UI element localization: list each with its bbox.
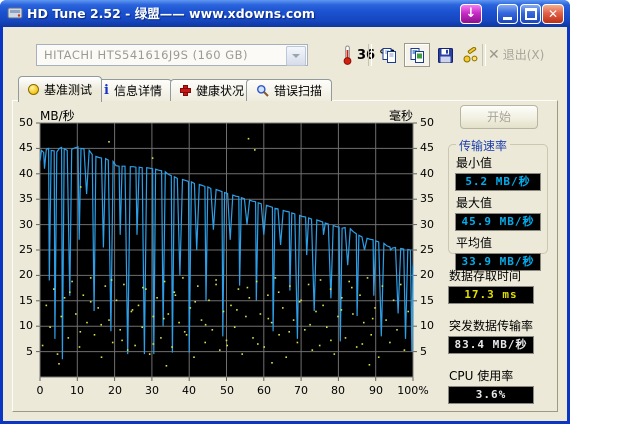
y-axis-left-tick: 45 (19, 141, 33, 154)
min-label: 最小值 (456, 156, 493, 170)
cpu-usage-label: CPU 使用率 (449, 369, 514, 383)
benchmark-plot (36, 122, 417, 381)
avg-label: 平均值 (456, 236, 493, 250)
extra-stats: 数据存取时间 17.3 ms 突发数据传输率 83.4 MB/秒 CPU 使用率… (448, 264, 550, 417)
y-axis-right-tick: 10 (420, 319, 434, 332)
x-axis-tick: 40 (182, 384, 196, 397)
copy-screenshot-button[interactable] (404, 43, 430, 67)
minimize-button[interactable] (497, 4, 518, 24)
y-axis-left-tick: 5 (26, 345, 33, 358)
x-axis-tick: 70 (294, 384, 308, 397)
benchmark-bulb-icon (28, 84, 39, 95)
max-value: 45.9 MB/秒 (455, 213, 541, 231)
start-button-label: 开始 (486, 110, 511, 124)
info-icon: i (104, 82, 109, 98)
tab-error-scan-label: 错误扫描 (274, 84, 323, 98)
y-axis-right-tick: 40 (420, 167, 434, 180)
drive-select-dropdown-button[interactable] (286, 46, 306, 66)
maximize-icon (524, 8, 537, 20)
x-axis-tick: 0 (36, 384, 44, 397)
burst-rate-value: 83.4 MB/秒 (448, 336, 534, 354)
y-axis-right-tick: 30 (420, 218, 434, 231)
y-axis-left-tick: 20 (19, 268, 33, 281)
chevron-down-icon (292, 54, 300, 62)
max-label: 最大值 (456, 196, 493, 210)
close-button[interactable]: ✕ (542, 4, 564, 24)
y-axis-left-tick: 15 (19, 294, 33, 307)
toolbar-separator (482, 44, 486, 66)
drive-select[interactable]: HITACHI HTS541616J9S (160 GB) (36, 44, 308, 66)
tab-benchmark[interactable]: 基准测试 (18, 76, 103, 102)
y-axis-right-tick: 45 (420, 141, 434, 154)
y-axis-left-tick: 25 (19, 243, 33, 256)
thermometer-icon (343, 45, 352, 65)
y-axis-left-tick: 10 (19, 319, 33, 332)
exit-x-icon: ✕ (488, 46, 500, 63)
app-icon (7, 7, 23, 19)
download-icon: ↓ (465, 6, 477, 21)
tab-info-label: 信息详情 (113, 84, 162, 98)
drive-select-value: HITACHI HTS541616J9S (160 GB) (44, 48, 248, 62)
download-button[interactable]: ↓ (460, 4, 482, 24)
save-screenshot-button[interactable] (432, 43, 458, 67)
x-axis-tick: 10 (70, 384, 84, 397)
burst-rate-label: 突发数据传输率 (449, 319, 534, 333)
tab-benchmark-label: 基准测试 (44, 83, 93, 97)
save-icon (437, 47, 453, 63)
y-axis-right-tick: 5 (420, 345, 427, 358)
y-axis-left-tick: 30 (19, 218, 33, 231)
maximize-button[interactable] (520, 4, 541, 24)
window-title: HD Tune 2.52 - 绿盟—— www.xdowns.com (27, 6, 315, 21)
x-axis-tick: 20 (108, 384, 122, 397)
y-axis-right-tick: 50 (420, 116, 434, 129)
y-axis-left-tick: 35 (19, 192, 33, 205)
temperature-value: 36 (357, 47, 376, 63)
tab-health-label: 健康状况 (196, 84, 245, 98)
x-axis-tick: 100% (397, 384, 429, 397)
y-axis-left-title: MB/秒 (40, 109, 75, 123)
y-axis-right-tick: 20 (420, 268, 434, 281)
chart: 5 5 10 10 15 15 20 20 25 25 30 30 35 35 40 40 45 45 50 50 0 1… (12, 108, 458, 397)
health-cross-icon (180, 85, 191, 96)
access-time-value: 17.3 ms (448, 286, 534, 304)
y-axis-right-tick: 15 (420, 294, 434, 307)
y-axis-right-title: 毫秒 (388, 109, 413, 123)
min-value: 5.2 MB/秒 (455, 173, 541, 191)
copy-image-icon (410, 47, 424, 63)
exit-button[interactable]: ✕ 退出(X) (488, 46, 544, 63)
y-axis-left-tick: 40 (19, 167, 33, 180)
y-axis-right-tick: 25 (420, 243, 434, 256)
x-axis-tick: 80 (331, 384, 345, 397)
y-axis-left-tick: 50 (19, 116, 33, 129)
x-axis-tick: 60 (257, 384, 271, 397)
transfer-rate-group-title: 传输速率 (456, 137, 511, 154)
tab-info[interactable]: i 信息详情 (94, 79, 172, 101)
exit-label: 退出(X) (502, 48, 545, 62)
x-axis-tick: 30 (145, 384, 159, 397)
x-axis-tick: 90 (369, 384, 383, 397)
start-button[interactable]: 开始 (460, 105, 538, 129)
magnifier-icon (257, 85, 269, 97)
y-axis-right-tick: 35 (420, 192, 434, 205)
tab-error-scan[interactable]: 错误扫描 (246, 79, 333, 101)
options-button[interactable] (458, 43, 484, 67)
copy-text-button[interactable] (376, 43, 402, 67)
app-window: HD Tune 2.52 - 绿盟—— www.xdowns.com ↓ ✕ H… (0, 0, 570, 424)
transfer-rate-group: 传输速率 最小值 5.2 MB/秒 最大值 45.9 MB/秒 平均值 33.9… (448, 137, 548, 271)
toolbar-separator (368, 44, 372, 66)
options-icon (463, 46, 478, 62)
cpu-usage-value: 3.6% (448, 386, 534, 404)
access-time-label: 数据存取时间 (449, 269, 522, 283)
copy-icon (382, 47, 396, 63)
close-icon: ✕ (547, 7, 559, 21)
minimize-icon (503, 13, 512, 20)
tab-health[interactable]: 健康状况 (170, 79, 255, 101)
title-bar: HD Tune 2.52 - 绿盟—— www.xdowns.com ↓ ✕ (0, 0, 570, 27)
x-axis-tick: 50 (220, 384, 234, 397)
